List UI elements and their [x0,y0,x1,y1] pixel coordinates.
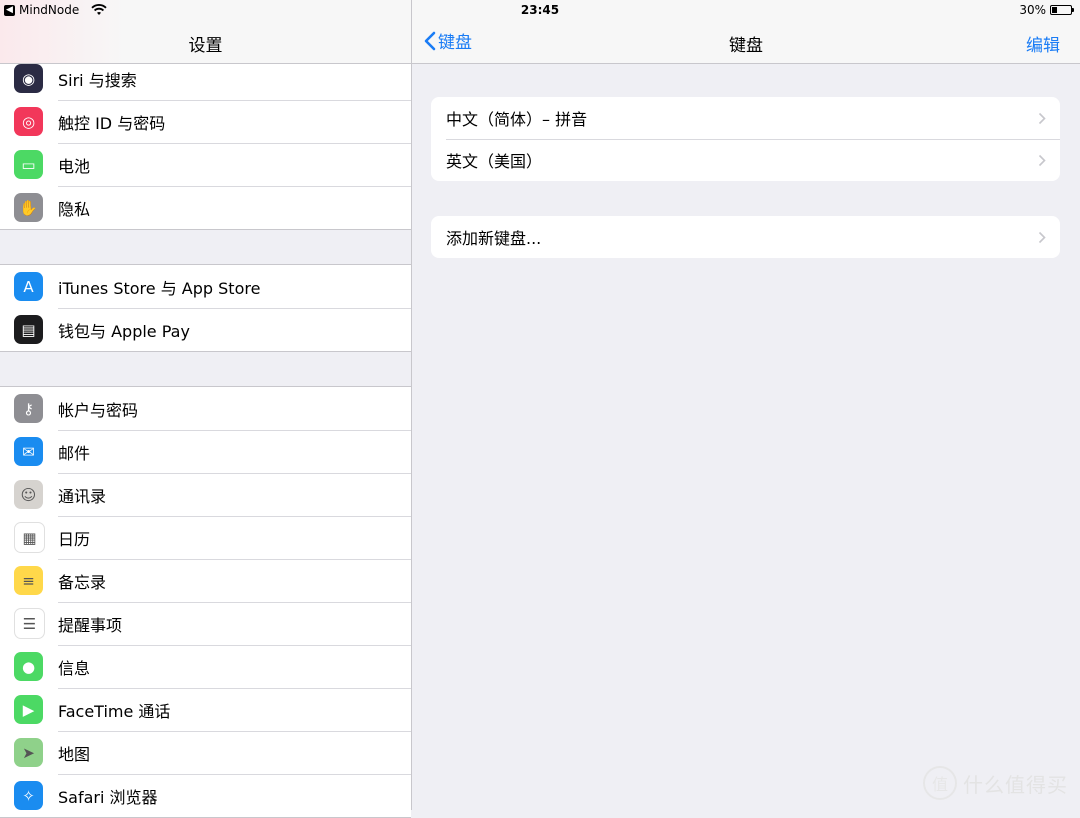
settings-group: ⚷ 帐户与密码 ✉ 邮件 ☺ 通讯录 ▦ 日历 ≡ 备忘录 ☰ 提醒事项 ● 信息 ▶ FaceTime 通话… [0,386,411,818]
sidebar-item[interactable]: ➤ 地图 [0,731,411,774]
status-right: 30% [1019,3,1074,17]
sidebar-item-label: 备忘录 [58,572,107,592]
app-store-icon: A [14,272,43,301]
chevron-right-icon [1038,231,1046,243]
sidebar-item[interactable]: ⚷ 帐户与密码 [0,387,411,430]
sidebar-item[interactable]: ✉ 邮件 [0,430,411,473]
battery-icon: ▭ [14,150,43,179]
contacts-icon: ☺ [14,480,43,509]
watermark: 值 什么值得买 [923,766,1068,800]
safari-icon: ✧ [14,781,43,810]
sidebar-item-label: 通讯录 [58,486,107,506]
sidebar-item-label: 提醒事项 [58,615,123,635]
sidebar-item-label: 钱包与 Apple Pay [58,321,190,341]
keyboard-label: 英文（美国） [446,152,543,171]
facetime-icon: ▶ [14,695,43,724]
sidebar-item-label: 日历 [58,529,91,549]
sidebar-item-label: 地图 [58,744,91,764]
sidebar-item-label: iTunes Store 与 App Store [58,278,261,298]
sidebar-item-label: Siri 与搜索 [58,70,137,90]
keyboard-detail-pane: 键盘 键盘 编辑 中文（简体）– 拼音 英文（美国） 添加新键盘... 值 什么… [412,0,1080,810]
group-spacer [0,230,411,264]
keyboard-row-english[interactable]: 英文（美国） [431,139,1060,181]
sidebar-title: 设置 [188,36,223,56]
fingerprint-icon: ◎ [14,107,43,136]
sidebar-item-label: 帐户与密码 [58,400,139,420]
add-keyboard-row[interactable]: 添加新键盘... [431,216,1060,258]
keyboard-row-pinyin[interactable]: 中文（简体）– 拼音 [431,97,1060,139]
messages-icon: ● [14,652,43,681]
maps-icon: ➤ [14,738,43,767]
detail-title: 键盘 [729,36,763,56]
sidebar-item[interactable]: ● 信息 [0,645,411,688]
siri-icon: ◉ [14,64,43,93]
sidebar-item[interactable]: ▤ 钱包与 Apple Pay [0,308,411,351]
sidebar-item-label: 信息 [58,658,91,678]
notes-icon: ≡ [14,566,43,595]
status-bar: ◀ MindNode 23:45 30% [0,0,1080,22]
sidebar-item[interactable]: ▭ 电池 [0,143,411,186]
settings-list: ◉ Siri 与搜索 ◎ 触控 ID 与密码 ▭ 电池 ✋ 隐私 AiTunes Store 与… [0,56,411,818]
sidebar-item-label: 邮件 [58,443,91,463]
battery-icon [1050,5,1074,15]
edit-button[interactable]: 编辑 [1026,31,1060,56]
sidebar-item-label: FaceTime 通话 [58,701,171,721]
calendar-icon: ▦ [14,522,45,553]
reminders-icon: ☰ [14,608,45,639]
chevron-right-icon [1038,154,1046,166]
key-icon: ⚷ [14,394,43,423]
add-keyboard-card: 添加新键盘... [431,216,1060,258]
sidebar-item-label: 电池 [58,156,91,176]
add-keyboard-label: 添加新键盘... [446,229,542,248]
sidebar-item-label: Safari 浏览器 [58,787,158,807]
sidebar-item[interactable]: ✧ Safari 浏览器 [0,774,411,817]
watermark-logo-icon: 值 [923,766,957,800]
sidebar-item[interactable]: ☰ 提醒事项 [0,602,411,645]
keyboards-list: 中文（简体）– 拼音 英文（美国） [431,97,1060,181]
battery-percent: 30% [1019,3,1046,17]
sidebar-item[interactable]: ▦ 日历 [0,516,411,559]
wallet-icon: ▤ [14,315,43,344]
chevron-right-icon [1038,112,1046,124]
settings-sidebar: ◉ Siri 与搜索 ◎ 触控 ID 与密码 ▭ 电池 ✋ 隐私 AiTunes Store 与… [0,0,412,818]
sidebar-item-label: 触控 ID 与密码 [58,113,166,133]
group-spacer [0,352,411,386]
sidebar-item[interactable]: AiTunes Store 与 App Store [0,265,411,308]
settings-group: ◉ Siri 与搜索 ◎ 触控 ID 与密码 ▭ 电池 ✋ 隐私 [0,56,411,230]
sidebar-item[interactable]: ✋ 隐私 [0,186,411,229]
watermark-text: 什么值得买 [963,772,1068,797]
sidebar-item[interactable]: ▶ FaceTime 通话 [0,688,411,731]
sidebar-item-label: 隐私 [58,199,91,219]
status-time: 23:45 [520,3,560,17]
sidebar-item[interactable]: ≡ 备忘录 [0,559,411,602]
sidebar-item[interactable]: ☺ 通讯录 [0,473,411,516]
hand-icon: ✋ [14,193,43,222]
mail-icon: ✉ [14,437,43,466]
sidebar-item[interactable]: ◎ 触控 ID 与密码 [0,100,411,143]
keyboard-label: 中文（简体）– 拼音 [446,110,588,129]
settings-group: AiTunes Store 与 App Store ▤ 钱包与 Apple Pay [0,264,411,352]
